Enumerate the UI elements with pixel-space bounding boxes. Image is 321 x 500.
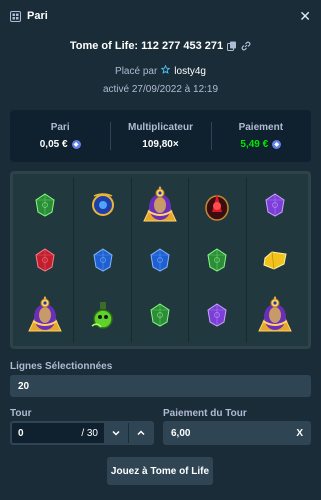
payout-value-row: 5,49 € ◆ [240, 139, 282, 150]
player-username[interactable]: losty4g [174, 66, 206, 77]
play-game-button[interactable]: Jouez à Tome of Life [107, 457, 213, 485]
payout-label: Paiement [238, 122, 284, 133]
reel-cell [132, 287, 190, 342]
lines-field: 20 [10, 375, 311, 397]
reel-cell [17, 232, 75, 288]
reel-cell [74, 287, 132, 342]
payout-stat: Paiement 5,49 € ◆ [210, 110, 311, 162]
red-gem-symbol-icon [34, 248, 56, 272]
reel-cell [189, 287, 247, 342]
close-icon[interactable]: ✕ [299, 9, 311, 23]
currency-icon: ◆ [272, 140, 282, 149]
reel-cell [247, 178, 304, 233]
reel-cell [74, 232, 132, 288]
blue-gem-symbol-icon [149, 248, 171, 272]
purple-gem-symbol-icon [264, 193, 286, 217]
reel-cell [247, 233, 304, 288]
spin-total: / 30 [81, 427, 98, 439]
reel-grid [17, 178, 304, 342]
green-potion-symbol-icon [89, 300, 117, 330]
spin-stepper [104, 423, 152, 443]
multiplier-value: 109,80× [142, 139, 179, 150]
blue-gem-symbol-icon [92, 248, 114, 272]
multiplier-x-icon: X [296, 427, 303, 439]
spin-payout-field: 6,00 X [163, 421, 311, 445]
chevron-down-icon[interactable] [104, 423, 128, 443]
pharaoh-symbol-icon [140, 185, 180, 225]
bet-value-row: 0,05 € ◆ [40, 139, 81, 150]
multiplier-label: Multiplicateur [127, 122, 193, 133]
reel-cell [132, 232, 190, 288]
purple-gem-symbol-icon [206, 303, 228, 327]
green-gem-symbol-icon [206, 248, 228, 272]
bet-stats-panel: Pari 0,05 € ◆ Multiplicateur 109,80× Pai… [10, 110, 311, 162]
reel-cell [17, 287, 75, 342]
multiplier-stat: Multiplicateur 109,80× [110, 110, 210, 162]
yellow-gem-symbol-icon [262, 250, 288, 270]
reel-cell [247, 287, 304, 342]
link-icon[interactable] [241, 41, 251, 51]
spin-field: 0 / 30 [10, 421, 154, 445]
spin-label: Tour [10, 408, 32, 419]
payout-value: 5,49 € [240, 139, 269, 150]
game-title-row: Tome of Life: 112 277 453 271 [0, 37, 321, 55]
spin-payout-label: Paiement du Tour [163, 408, 247, 419]
bet-label: Pari [50, 122, 70, 133]
spin-payout-value: 6,00 [171, 427, 191, 439]
blue-amulet-symbol-icon [88, 190, 118, 220]
bet-value: 0,05 € [39, 139, 68, 150]
reel-cell [189, 178, 247, 233]
modal-header: Pari ✕ [0, 0, 321, 32]
red-scarab-symbol-icon [202, 188, 232, 222]
activated-date: activé 27/09/2022 à 12:19 [102, 84, 219, 95]
lines-label: Lignes Sélectionnées [10, 361, 113, 372]
pharaoh-symbol-icon [25, 295, 65, 335]
reel-cell [74, 178, 132, 233]
reel-cell [132, 178, 190, 233]
green-gem-symbol-icon [149, 303, 171, 327]
placed-by-label: Placé par [115, 65, 158, 77]
bet-stat: Pari 0,05 € ◆ [10, 110, 110, 162]
currency-icon: ◆ [71, 140, 81, 149]
reel-cell [189, 232, 247, 288]
copy-icon[interactable] [227, 41, 237, 51]
game-title: Tome of Life: 112 277 453 271 [69, 40, 224, 52]
modal-title: Pari [27, 10, 48, 22]
reel-cell [17, 178, 75, 233]
green-gem-symbol-icon [34, 193, 56, 217]
slot-board [10, 171, 311, 349]
star-icon [160, 64, 171, 77]
pharaoh-symbol-icon [255, 295, 295, 335]
lines-value: 20 [18, 380, 30, 392]
spin-value: 0 [18, 427, 24, 439]
placed-by-row: Placé par losty4g [0, 64, 321, 78]
bet-list-icon [10, 10, 21, 22]
chevron-up-icon[interactable] [128, 423, 152, 443]
